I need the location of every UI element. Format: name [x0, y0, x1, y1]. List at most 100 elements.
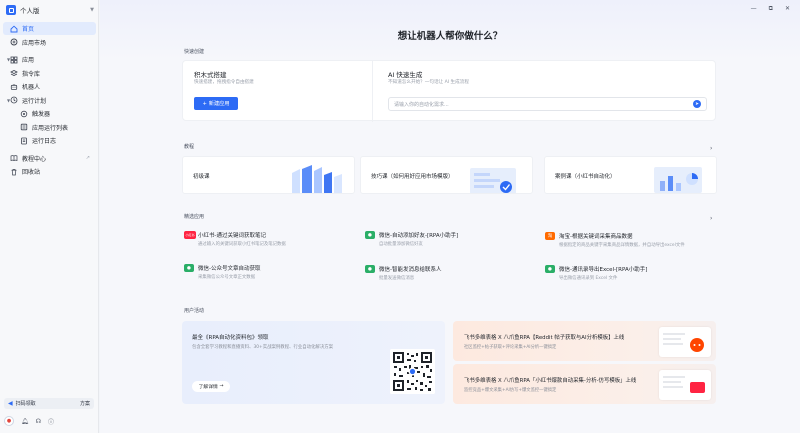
sidebar: 个人版 ▼ 首页 应用市场 ▼ 应用 指令库 机器人 ▼ 运行计划 触发器 应用…: [0, 0, 99, 433]
featured-app-item[interactable]: ● 微信-智能发消息给联系人 批量发送微信消息: [365, 262, 530, 282]
featured-app-item[interactable]: ● 微信-公众号文章自动获取 采集微信公众号文章正文数据: [184, 261, 349, 281]
wechat-icon: ●: [545, 265, 555, 273]
send-icon[interactable]: ➤: [693, 100, 701, 108]
ai-prompt-input[interactable]: 请输入你的自动化需求... ➤: [388, 97, 707, 111]
arrow-right-icon: →: [219, 384, 224, 389]
sidebar-item-label: 应用运行列表: [32, 124, 69, 132]
tutorial-card-skills[interactable]: 技巧课（如何用好应用市场模版）: [360, 156, 533, 194]
chevron-right-icon[interactable]: ›: [710, 145, 712, 152]
plus-icon: +: [202, 100, 207, 107]
activity-card-desc: 社区监控+帖子获取+评论采集+AI分析一键搞定: [464, 345, 557, 350]
sidebar-item-plans[interactable]: ▼ 运行计划: [3, 94, 96, 107]
chevron-right-icon[interactable]: ›: [710, 215, 712, 222]
log-icon: [20, 137, 28, 145]
sidebar-item-label: 回收站: [22, 169, 41, 176]
clock-icon: [10, 96, 18, 104]
market-icon: [10, 38, 18, 46]
block-builder-card: 积木式搭建 快速搭建，拖拽指令自由搭建 + 新建应用: [183, 61, 373, 122]
new-app-button[interactable]: + 新建应用: [194, 97, 238, 110]
sidebar-item-label: 指令库: [22, 70, 41, 78]
featured-app-title: 微信-智能发消息给联系人: [379, 267, 442, 273]
activity-desc: 包含全套学习教程和直播资料、30+实战案例教程、行业自动化解决方案: [192, 345, 333, 350]
wechat-icon: ●: [365, 231, 375, 239]
minimize-icon[interactable]: —: [751, 5, 757, 13]
tutorial-label: 案例课（小红书自动化）: [555, 174, 616, 180]
close-icon[interactable]: ✕: [785, 5, 790, 13]
sidebar-item-triggers[interactable]: 触发器: [3, 107, 96, 120]
help-icon[interactable]: ⓘ: [48, 417, 54, 426]
window-controls: — ⧉ ✕: [751, 5, 790, 13]
featured-app-desc: 采集微信公众号文章正文数据: [198, 275, 256, 280]
main-content: 想让机器人帮你做什么？ 快速创建 积木式搭建 快速搭建，拖拽指令自由搭建 + 新…: [100, 0, 800, 433]
sidebar-item-home[interactable]: 首页: [3, 22, 96, 35]
taobao-icon: 淘: [545, 232, 555, 240]
app-window: 个人版 ▼ 首页 应用市场 ▼ 应用 指令库 机器人 ▼ 运行计划 触发器 应用…: [0, 0, 800, 433]
quick-create-panel: 积木式搭建 快速搭建，拖拽指令自由搭建 + 新建应用 AI 快速生成 不知道怎么…: [182, 60, 716, 122]
sidebar-item-apps[interactable]: ▼ 应用: [3, 53, 96, 66]
activity-title: 最全《RPA自动化资料包》领取: [192, 335, 269, 341]
sidebar-item-robots[interactable]: 机器人: [3, 80, 96, 93]
activity-banner-main[interactable]: 最全《RPA自动化资料包》领取 包含全套学习教程和直播资料、30+实战案例教程、…: [182, 321, 445, 404]
sidebar-item-commands[interactable]: 指令库: [3, 67, 96, 80]
chevron-down-icon[interactable]: ▼: [7, 57, 10, 62]
workspace-name: 个人版: [20, 7, 40, 15]
sidebar-item-recycle[interactable]: 回收站: [3, 165, 96, 178]
sidebar-item-run-list[interactable]: 应用运行列表: [3, 121, 96, 134]
template-preview-thumbnail: [659, 370, 711, 400]
featured-app-item[interactable]: 小红书 小红书-通过关键词获取笔记 通过输入的关键词获取小红书笔记及笔记数据: [184, 228, 349, 248]
chart-board-icon: [654, 167, 702, 193]
featured-app-title: 淘宝-根据关键词采集商品数据: [559, 234, 633, 240]
external-link-icon: ↗: [85, 155, 90, 161]
sidebar-footer: ● 🔔︎ ☊ ⓘ: [4, 415, 96, 427]
section-title-activities: 用户活动: [184, 308, 205, 314]
bell-icon[interactable]: 🔔︎: [21, 418, 29, 425]
sidebar-item-run-log[interactable]: 运行日志: [3, 134, 96, 147]
apps-grid-icon: [10, 56, 18, 64]
featured-app-item[interactable]: 淘 淘宝-根据关键词采集商品数据 根据指定的商品关键字采集商品详情数据，并自动导…: [545, 229, 710, 249]
sidebar-item-label: 应用: [22, 57, 35, 64]
section-title-tutorials: 教程: [184, 144, 195, 150]
trigger-icon: [20, 110, 28, 118]
featured-app-title: 微信-通讯录导出Excel-[RPA小助手]: [559, 267, 648, 273]
sidebar-item-label: 机器人: [22, 84, 41, 91]
section-title-quick-create: 快速创建: [184, 49, 205, 55]
featured-app-desc: 自动批量添加微信好友: [379, 242, 423, 247]
featured-app-title: 微信-自动添加好友-[RPA小助手]: [379, 233, 459, 239]
headset-icon[interactable]: ☊: [36, 418, 41, 425]
sidebar-nav: 首页 应用市场 ▼ 应用 指令库 机器人 ▼ 运行计划 触发器 应用运行列表 运…: [0, 22, 99, 179]
featured-app-item[interactable]: ● 微信-自动添加好友-[RPA小助手] 自动批量添加微信好友: [365, 228, 530, 248]
sidebar-item-tutorial[interactable]: 教程中心 ↗: [3, 152, 96, 165]
tutorial-card-case[interactable]: 案例课（小红书自动化）: [544, 156, 717, 194]
book-stack-icon: [292, 165, 342, 193]
avatar[interactable]: ●: [4, 416, 14, 426]
ai-generate-title: AI 快速生成: [388, 71, 423, 79]
layers-icon: [10, 69, 18, 77]
sidebar-item-label: 应用市场: [22, 39, 47, 47]
scan-banner[interactable]: ◀ 扫码领取 方案: [4, 398, 94, 409]
activity-card-title: 飞书多维表格 X 八爪鱼RPA「小红书爆款自动采集-分析-仿写模板」上线: [464, 378, 637, 384]
wechat-icon: ●: [184, 264, 194, 272]
tutorial-label: 技巧课（如何用好应用市场模版）: [371, 174, 454, 180]
featured-app-desc: 批量发送微信消息: [379, 276, 415, 281]
xhs-icon: [663, 376, 705, 393]
workspace-switcher[interactable]: 个人版 ▼: [6, 3, 94, 17]
tutorial-card-basic[interactable]: 初级课: [182, 156, 355, 194]
robot-icon: [10, 83, 18, 91]
sidebar-item-market[interactable]: 应用市场: [3, 36, 96, 49]
featured-app-title: 小红书-通过关键词获取笔记: [198, 233, 266, 239]
trash-icon: [10, 168, 18, 176]
chevron-down-icon[interactable]: ▼: [7, 98, 10, 103]
wechat-icon: ●: [365, 265, 375, 273]
home-icon: [10, 25, 18, 33]
featured-app-desc: 导出微信通讯录到 Excel 文件: [559, 276, 618, 281]
sidebar-item-label: 教程中心: [22, 155, 47, 163]
featured-app-item[interactable]: ● 微信-通讯录导出Excel-[RPA小助手] 导出微信通讯录到 Excel …: [545, 262, 710, 282]
activity-card-reddit[interactable]: 飞书多维表格 X 八爪鱼RPA【Reddit 帖子获取与AI分析模板】上线 社区…: [453, 321, 716, 361]
maximize-icon[interactable]: ⧉: [769, 5, 773, 13]
template-preview-thumbnail: [659, 327, 711, 357]
list-icon: [20, 123, 28, 131]
activity-card-xhs[interactable]: 飞书多维表格 X 八爪鱼RPA「小红书爆款自动采集-分析-仿写模板」上线 监控竞…: [453, 364, 716, 404]
reddit-icon: [663, 333, 704, 352]
qr-code-icon: [390, 349, 435, 394]
learn-more-button[interactable]: 了解详情 →: [192, 381, 230, 392]
